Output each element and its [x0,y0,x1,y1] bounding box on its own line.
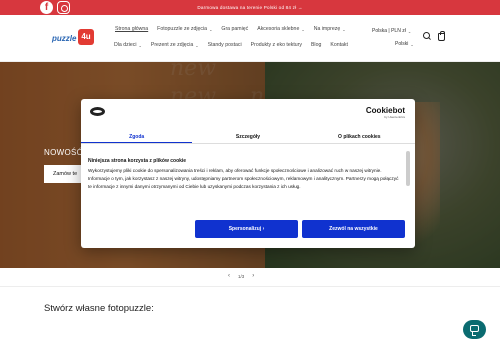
announcement-bar: f Darmowa dostawa na terenie Polski od 8… [0,0,500,15]
chevron-down-icon: ⌄ [407,28,412,34]
nav-item-photo-puzzle[interactable]: Fotopuzzle ze zdjęcia ⌄ [157,26,212,32]
chevron-left-icon[interactable]: ‹ [228,273,230,279]
site-header: puzzle 4u Strona główna Fotopuzzle ze zd… [0,15,500,62]
chevron-down-icon: ⌄ [195,42,199,48]
logo-text: puzzle [52,34,77,43]
nav-label: Gra pamięć [221,26,249,32]
cookie-body-text: Wykorzystujemy pliki cookie do spersonal… [88,168,399,189]
nav-label: Fotopuzzle ze zdjęcia [157,26,208,32]
cookie-icon [90,107,105,116]
cookiebot-brand-sub: by Usercentrics [384,115,405,119]
nav-item-home[interactable]: Strona główna [115,26,148,32]
nav-label: Standy postaci [207,42,242,48]
tab-consent[interactable]: Zgoda [81,130,193,143]
cookie-heading: Niniejsza strona korzysta z plików cooki… [88,158,187,164]
cookiebot-logo: Cookiebot by Usercentrics [366,106,405,119]
nav-label: Dla dzieci [114,42,137,48]
chevron-right-icon[interactable]: › [252,273,254,279]
nav-item-photo-gift[interactable]: Prezent ze zdjęcia ⌄ [151,42,199,48]
nav-label: Prezent ze zdjęcia [150,42,194,48]
slide-counter: 1/3 [238,273,245,279]
language-select[interactable]: Polski ⌄ [395,41,414,47]
chat-button[interactable] [463,320,486,339]
chat-bubble-icon [470,325,479,336]
hero-title: NOWOŚĆ [44,148,83,157]
language-value: Polski [395,41,409,47]
announcement-message[interactable]: Darmowa dostawa na terenie Polski od 84 … [0,0,500,15]
nav-item-accessories[interactable]: Akcesoria sklebne ⌄ [257,26,304,32]
country-currency-value: Polska | PLN zł [372,28,406,34]
nav-item-eco-products[interactable]: Produkty z eko tektury [251,42,302,48]
nav-label: Blog [310,42,322,48]
cookie-tabs: Zgoda Szczegóły O plikach cookies [81,130,415,144]
nav-label: Strona główna [115,26,149,32]
section-title: Stwórz własne fotopuzzle: [44,303,154,314]
main-nav-row-1: Strona główna Fotopuzzle ze zdjęcia ⌄ Gra… [115,26,346,32]
nav-label: Na imprezę [313,26,341,32]
cart-icon[interactable] [438,31,445,41]
main-nav-row-2: Dla dzieci ⌄ Prezent ze zdjęcia ⌄ Standy p… [114,42,348,48]
nav-item-blog[interactable]: Blog [311,42,321,48]
nav-label: Produkty z eko tektury [250,42,302,48]
chevron-down-icon: ⌄ [138,42,142,48]
chevron-down-icon: ⌄ [301,26,305,32]
nav-item-standees[interactable]: Standy postaci [208,42,242,48]
nav-item-memory-game[interactable]: Gra pamięć [221,26,248,32]
tab-details[interactable]: Szczegóły [192,130,303,143]
dialog-scrollbar[interactable] [406,151,410,186]
chevron-down-icon: ⌄ [410,41,414,47]
tab-about-cookies[interactable]: O plikach cookies [304,130,415,143]
nav-item-party[interactable]: Na imprezę ⌄ [314,26,346,32]
header-icons [423,31,445,41]
nav-label: Kontakt [330,42,348,48]
nav-label: Akcesoria sklebne [257,26,300,32]
cookie-consent-dialog: Cookiebot by Usercentrics Zgoda Szczegół… [81,99,415,248]
search-icon[interactable] [423,32,431,40]
country-currency-select[interactable]: Polska | PLN zł ⌄ [372,28,411,34]
nav-item-kids[interactable]: Dla dzieci ⌄ [114,42,142,48]
chevron-down-icon: ⌄ [209,26,213,32]
personalize-button[interactable]: Spersonalizuj › [195,220,298,238]
slider-pager: ‹ 1/3 › [228,273,254,279]
nav-item-contact[interactable]: Kontakt [330,42,348,48]
cookiebot-brand: Cookiebot [365,106,405,115]
chevron-down-icon: ⌄ [342,26,346,32]
site-logo[interactable]: puzzle 4u [52,29,94,47]
section-divider [0,286,500,287]
accept-all-button[interactable]: Zezwól na wszystkie [302,220,405,238]
logo-badge: 4u [78,29,94,45]
